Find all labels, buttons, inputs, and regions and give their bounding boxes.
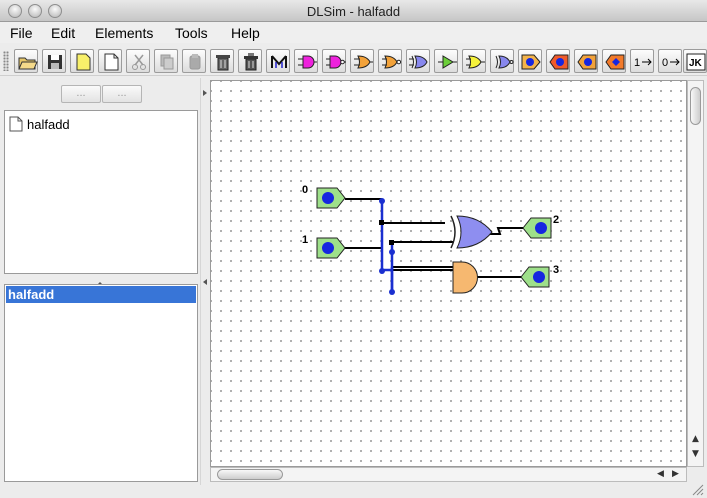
resize-grip-icon[interactable]	[690, 482, 704, 496]
xor-gate-button[interactable]	[406, 49, 430, 73]
save-button[interactable]	[42, 49, 66, 73]
menu-file[interactable]: File	[10, 25, 33, 41]
list-item[interactable]: halfadd	[6, 286, 196, 303]
horizontal-scroll-thumb[interactable]	[217, 469, 283, 480]
low-constant-label: 0	[662, 57, 668, 69]
input-clock-icon	[577, 54, 597, 70]
output-pin-3[interactable]	[520, 266, 550, 288]
copy-icon	[160, 54, 174, 70]
toolbar: 1 0 JK	[0, 45, 707, 76]
output-led-button[interactable]	[546, 49, 570, 73]
high-constant-label: 1	[634, 57, 640, 69]
trash-icon	[216, 55, 230, 71]
circuit-list[interactable]: halfadd	[4, 284, 198, 482]
circuit-diagram[interactable]	[211, 81, 688, 468]
document-icon	[104, 53, 119, 71]
pin-label: 0	[302, 184, 309, 196]
nor-gate-icon	[382, 55, 402, 69]
input-pin-1[interactable]	[316, 237, 346, 259]
delete-all-button[interactable]	[238, 49, 262, 73]
open-button[interactable]	[14, 49, 38, 73]
buffer-icon	[438, 55, 457, 69]
pin-label: 2	[553, 214, 560, 226]
nand-gate-button[interactable]	[322, 49, 346, 73]
scroll-left-icon[interactable]: ◀	[657, 470, 664, 479]
output-led-icon	[549, 54, 569, 70]
vertical-splitter[interactable]	[200, 78, 209, 485]
window-title: DLSim - halfadd	[306, 4, 401, 19]
floppy-disk-icon	[48, 55, 62, 69]
menu-edit[interactable]: Edit	[51, 25, 75, 41]
paste-button[interactable]	[182, 49, 206, 73]
output-display-button[interactable]	[602, 49, 626, 73]
vertical-scroll-thumb[interactable]	[690, 87, 701, 125]
scroll-up-icon[interactable]: ▲	[692, 435, 699, 444]
pin-label: 3	[553, 264, 560, 276]
cut-button[interactable]	[126, 49, 150, 73]
left-panel: ... ... halfadd halfadd	[0, 78, 206, 485]
menu-help[interactable]: Help	[231, 25, 260, 41]
trash-full-icon	[244, 53, 258, 71]
input-switch-button[interactable]	[518, 49, 542, 73]
blue-wires	[380, 199, 394, 292]
pin-label: 1	[302, 234, 309, 246]
title-bar: DLSim - halfadd	[0, 0, 707, 22]
xor-gate[interactable]	[450, 215, 493, 249]
xnor-gate-icon	[495, 55, 514, 69]
and-gate-button[interactable]	[294, 49, 318, 73]
not-gate-icon	[466, 55, 485, 69]
scroll-down-icon[interactable]: ▼	[692, 450, 699, 459]
menu-bar: File Edit Elements Tools Help	[0, 22, 707, 43]
jk-label: JK	[689, 58, 703, 69]
project-tree[interactable]: halfadd	[4, 110, 198, 274]
tree-item-label: halfadd	[27, 117, 70, 132]
split-arrows-icon	[203, 90, 207, 285]
wire-icon	[271, 55, 287, 68]
output-pin-2[interactable]	[522, 217, 552, 239]
nav-back-button[interactable]: ...	[61, 85, 101, 103]
circuit-canvas[interactable]: 0 1 2 3	[210, 80, 687, 467]
or-gate-icon	[354, 55, 373, 69]
xor-gate-icon	[409, 55, 428, 69]
high-constant-icon: 1	[634, 57, 652, 69]
or-gate-button[interactable]	[350, 49, 374, 73]
new-button[interactable]	[70, 49, 94, 73]
input-switch-icon	[521, 54, 541, 70]
and-gate[interactable]	[452, 261, 478, 294]
not-gate-button[interactable]	[462, 49, 486, 73]
copy-button[interactable]	[154, 49, 178, 73]
wire-tool-button[interactable]	[266, 49, 290, 73]
output-display-icon	[605, 54, 625, 70]
open-folder-icon	[18, 57, 38, 70]
clipboard-icon	[189, 54, 201, 70]
menu-elements[interactable]: Elements	[95, 25, 153, 41]
blank-document-button[interactable]	[98, 49, 122, 73]
delete-button[interactable]	[210, 49, 234, 73]
horizontal-splitter[interactable]	[0, 276, 200, 285]
jk-flipflop-button[interactable]: JK	[683, 49, 707, 73]
low-constant-button[interactable]: 0	[658, 49, 682, 73]
jk-flipflop-icon: JK	[686, 53, 706, 71]
wires	[345, 198, 523, 278]
low-constant-icon: 0	[662, 57, 680, 69]
scissors-icon	[132, 54, 146, 70]
input-pin-0[interactable]	[316, 187, 346, 209]
nav-forward-button[interactable]: ...	[102, 85, 142, 103]
xnor-gate-button[interactable]	[490, 49, 514, 73]
horizontal-scrollbar[interactable]: ◀ ▶	[210, 467, 687, 482]
high-constant-button[interactable]: 1	[630, 49, 654, 73]
scroll-right-icon[interactable]: ▶	[672, 470, 679, 479]
nor-gate-button[interactable]	[378, 49, 402, 73]
toolbar-grip[interactable]	[3, 51, 9, 71]
yellow-document-icon	[76, 53, 91, 71]
input-clock-button[interactable]	[574, 49, 598, 73]
menu-tools[interactable]: Tools	[175, 25, 208, 41]
buffer-button[interactable]	[434, 49, 458, 73]
document-icon	[9, 116, 23, 132]
and-gate-icon	[298, 55, 317, 69]
nand-gate-icon	[326, 55, 346, 69]
vertical-scrollbar[interactable]: ▲ ▼	[687, 80, 704, 467]
